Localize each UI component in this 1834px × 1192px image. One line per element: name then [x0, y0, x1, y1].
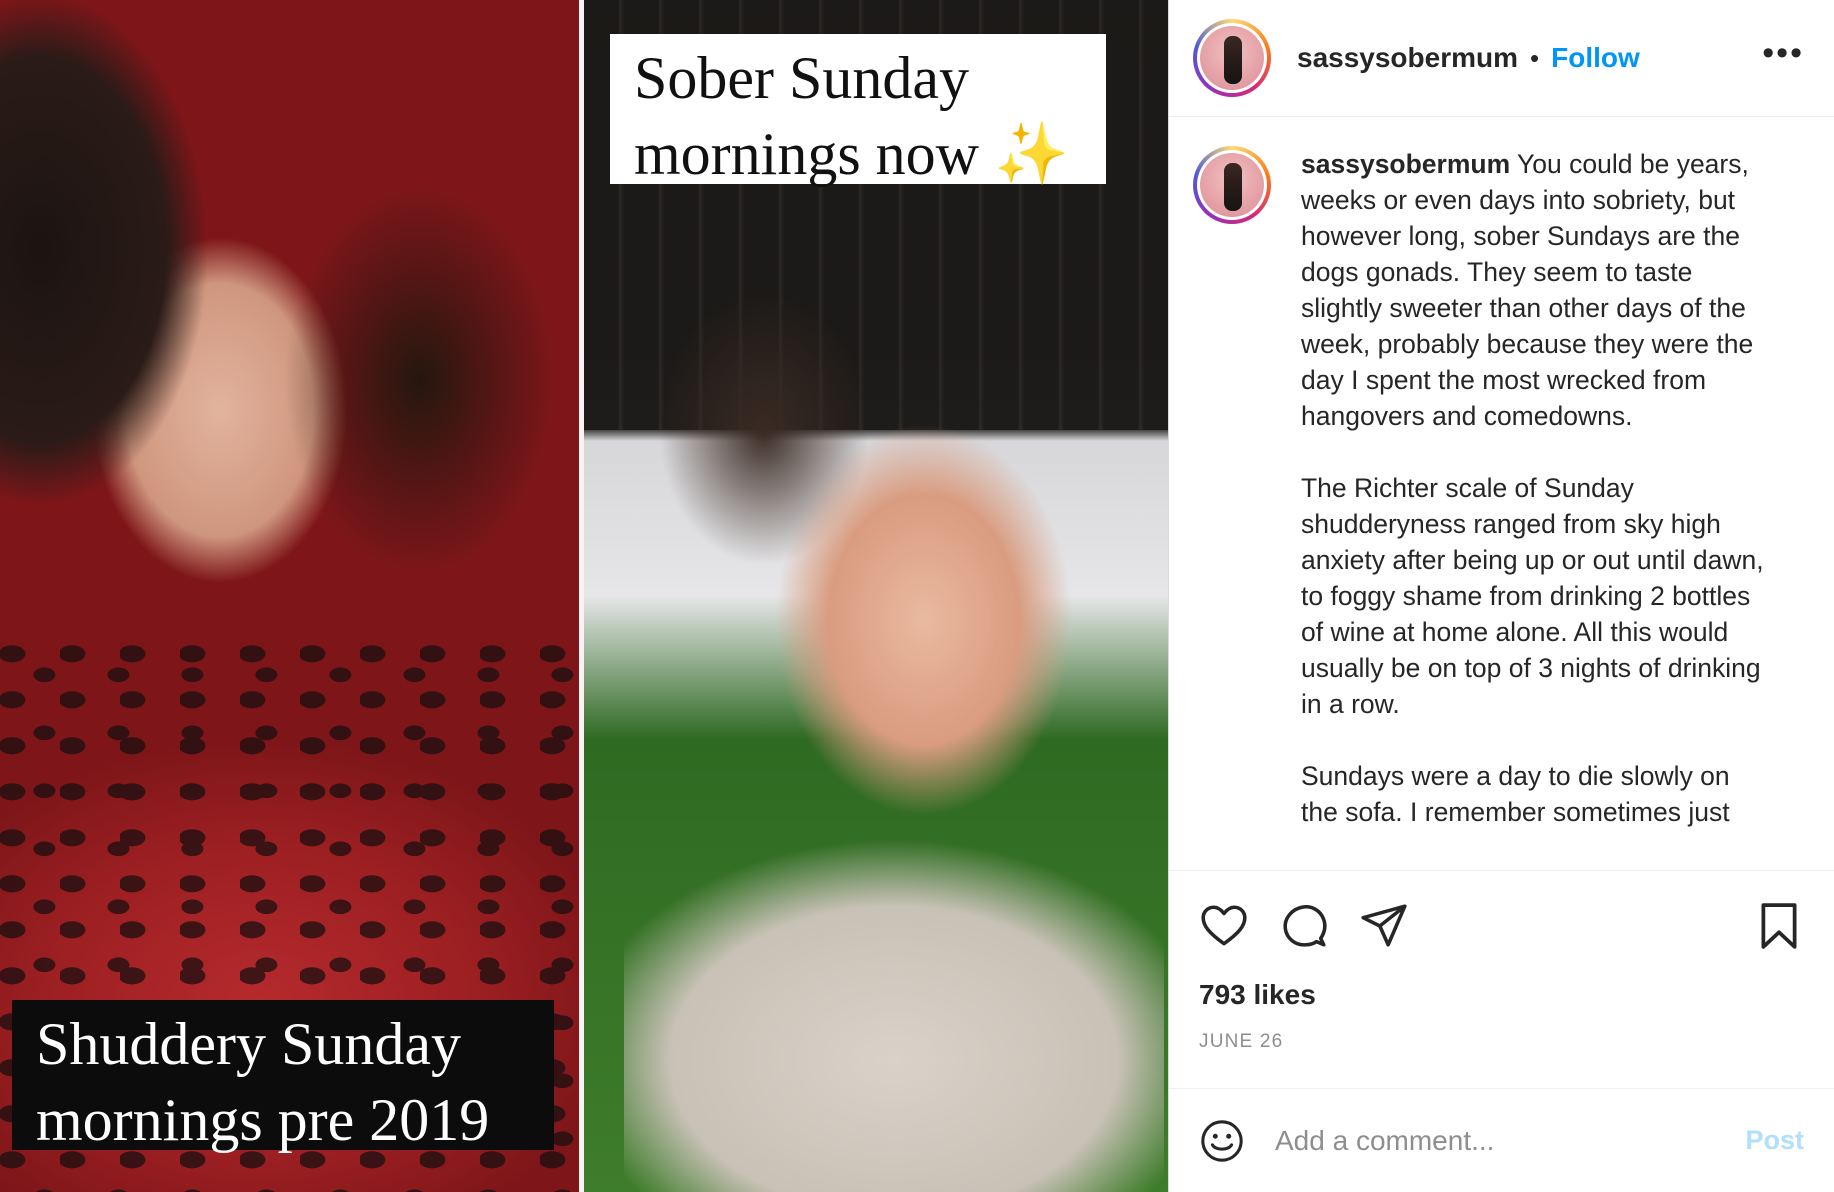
caption-row: sassysobermum You could be years, weeks …	[1169, 118, 1834, 830]
caption-text: sassysobermum You could be years, weeks …	[1301, 146, 1771, 830]
add-comment-bar: Post	[1169, 1088, 1834, 1192]
image-caption-bottom-line2: mornings pre 2019	[36, 1087, 490, 1153]
more-options-icon[interactable]: •••	[1762, 34, 1804, 73]
image-caption-bottom: Shuddery Sunday mornings pre 2019	[12, 1000, 554, 1153]
caption-body: You could be years, weeks or even days i…	[1301, 149, 1764, 827]
smiley-icon[interactable]	[1199, 1118, 1245, 1164]
comment-icon[interactable]	[1279, 901, 1329, 951]
caption-username[interactable]: sassysobermum	[1301, 149, 1510, 179]
bookmark-icon[interactable]	[1754, 901, 1804, 951]
post-sidebar: sassysobermum • Follow ••• sassysobermum…	[1168, 0, 1834, 1192]
image-caption-top-line1: Sober Sunday	[634, 45, 969, 111]
action-bar: 793 likes JUNE 26	[1169, 870, 1834, 1090]
caption-avatar[interactable]	[1193, 146, 1271, 224]
paper-plane-icon[interactable]	[1359, 901, 1409, 951]
comment-input[interactable]	[1273, 1123, 1717, 1158]
separator-dot: •	[1530, 42, 1540, 73]
post-modal: Sober Sunday mornings now ✨ Shuddery Sun…	[0, 0, 1834, 1192]
avatar-image	[1200, 153, 1264, 217]
follow-button[interactable]: Follow	[1551, 42, 1640, 74]
avatar[interactable]	[1193, 19, 1271, 97]
heart-icon[interactable]	[1199, 901, 1249, 951]
avatar-image	[1200, 26, 1264, 90]
caption-scroll-area[interactable]: sassysobermum You could be years, weeks …	[1169, 118, 1834, 870]
post-header: sassysobermum • Follow •••	[1169, 0, 1834, 117]
image-caption-top: Sober Sunday mornings now ✨	[610, 34, 1106, 187]
image-caption-bottom-line1: Shuddery Sunday	[36, 1011, 461, 1077]
likes-count[interactable]: 793 likes	[1199, 979, 1316, 1011]
post-image[interactable]: Sober Sunday mornings now ✨ Shuddery Sun…	[0, 0, 1168, 1192]
post-button[interactable]: Post	[1745, 1125, 1804, 1156]
post-date[interactable]: JUNE 26	[1199, 1031, 1283, 1053]
image-caption-top-line2: mornings now	[634, 121, 979, 187]
username-link[interactable]: sassysobermum	[1297, 42, 1518, 74]
sparkle-icon: ✨	[994, 121, 1069, 187]
